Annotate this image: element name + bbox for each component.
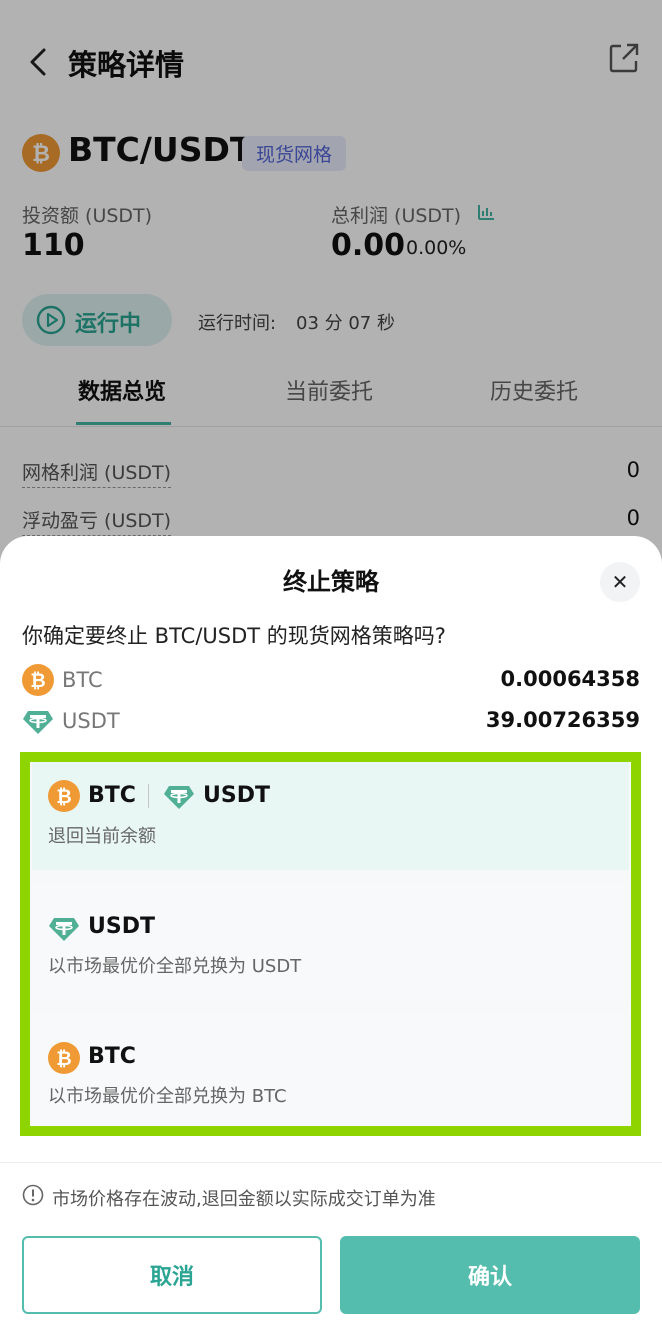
usdt-icon [23, 711, 53, 734]
option-coin-name: USDT [88, 914, 155, 939]
svg-text:₿: ₿ [56, 1048, 71, 1070]
btc-icon: ₿ [48, 780, 80, 812]
asset-amount: 0.00064358 [500, 667, 640, 691]
option-description: 退回当前余额 [48, 826, 156, 847]
close-icon: ✕ [611, 570, 629, 594]
option-convert-btc[interactable]: ₿ BTC 以市场最优价全部兑换为 BTC [32, 1014, 629, 1126]
btc-icon: ₿ [48, 1042, 80, 1074]
option-coin-name: USDT [203, 783, 270, 808]
usdt-icon [49, 918, 79, 941]
terminate-strategy-sheet: 终止策略 ✕ 你确定要终止 BTC/USDT 的现货网格策略吗? ₿ BTC 0… [0, 536, 662, 1338]
asset-name: BTC [62, 668, 103, 692]
option-return-balance[interactable]: ₿ BTC USDT 退回当前余额 [32, 762, 629, 870]
cancel-button[interactable]: 取消 [22, 1236, 322, 1314]
option-coin-name: BTC [88, 783, 136, 808]
divider [0, 1162, 662, 1163]
sheet-title: 终止策略 [283, 568, 379, 596]
confirm-button[interactable]: 确认 [340, 1236, 640, 1314]
svg-text:₿: ₿ [56, 786, 71, 808]
close-button[interactable]: ✕ [600, 562, 640, 602]
asset-amount: 39.00726359 [485, 708, 640, 732]
svg-text:₿: ₿ [30, 670, 45, 692]
asset-row-btc: ₿ BTC 0.00064358 [22, 664, 640, 698]
option-description: 以市场最优价全部兑换为 BTC [48, 1086, 287, 1107]
option-convert-usdt[interactable]: USDT 以市场最优价全部兑换为 USDT [32, 884, 629, 1000]
asset-row-usdt: USDT 39.00726359 [22, 705, 640, 739]
price-fluctuation-notice: 市场价格存在波动,退回金额以实际成交订单为准 [52, 1189, 436, 1210]
refund-options-group: ₿ BTC USDT 退回当前余额 USDT 以市场最优价全部兑换为 USDT [20, 752, 641, 1136]
btc-icon: ₿ [22, 664, 54, 696]
asset-name: USDT [62, 709, 120, 733]
option-description: 以市场最优价全部兑换为 USDT [48, 956, 302, 977]
option-coin-name: BTC [88, 1044, 136, 1069]
usdt-icon [164, 786, 194, 809]
confirm-question: 你确定要终止 BTC/USDT 的现货网格策略吗? [22, 624, 446, 648]
separator [148, 784, 149, 808]
info-icon [22, 1184, 44, 1206]
